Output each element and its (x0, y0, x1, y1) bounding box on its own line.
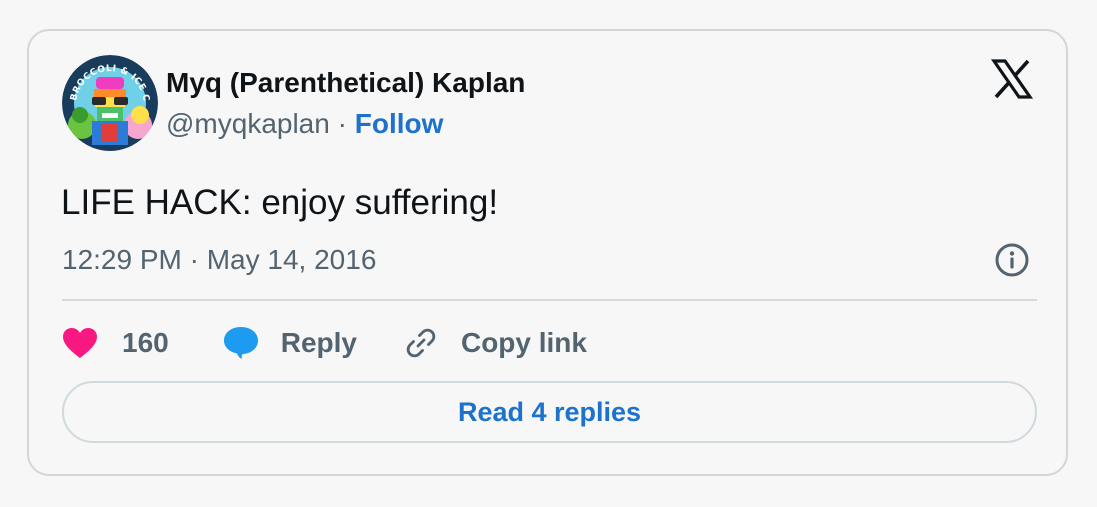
follow-link[interactable]: Follow (355, 108, 444, 139)
avatar[interactable]: BROCCOLI & ICE CREAM (62, 55, 158, 151)
author-display-name[interactable]: Myq (Parenthetical) Kaplan (166, 67, 525, 99)
author-handle[interactable]: @myqkaplan (166, 108, 330, 139)
heart-icon (62, 327, 98, 359)
tweet-timestamp[interactable]: 12:29 PM · May 14, 2016 (62, 244, 376, 276)
tweet-text: LIFE HACK: enjoy suffering! (61, 183, 499, 222)
link-icon (403, 325, 439, 361)
like-button[interactable]: 160 (62, 327, 169, 359)
x-logo-icon[interactable] (990, 57, 1034, 101)
author-handle-row: @myqkaplan · Follow (166, 108, 443, 140)
like-count: 160 (122, 327, 169, 358)
divider (62, 299, 1037, 301)
reply-label: Reply (280, 327, 357, 358)
reply-button[interactable]: Reply (223, 326, 357, 360)
info-icon[interactable] (994, 242, 1030, 278)
copy-link-button[interactable]: Copy link (403, 325, 587, 361)
read-replies-button[interactable]: Read 4 replies (62, 381, 1037, 443)
copy-link-label: Copy link (460, 327, 587, 358)
tweet-actions: 160 Reply Copy link (62, 321, 587, 365)
avatar-image: BROCCOLI & ICE CREAM (62, 55, 158, 151)
speech-bubble-icon (223, 326, 259, 360)
handle-separator: · (329, 108, 355, 139)
embedded-tweet-card: BROCCOLI & ICE CREAM Myq (Parenthetical)… (27, 29, 1068, 476)
